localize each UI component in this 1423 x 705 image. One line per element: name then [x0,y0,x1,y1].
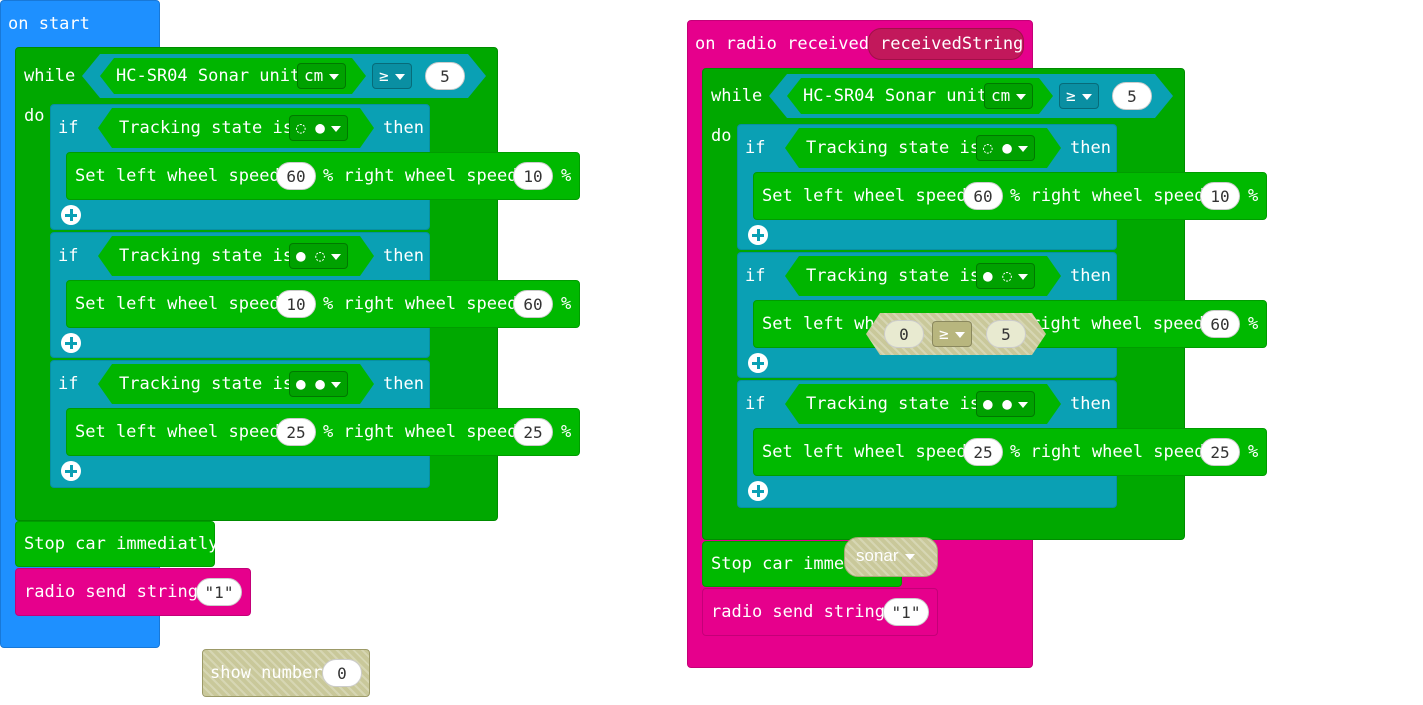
right-label: % right wheel speed [323,422,518,442]
threshold-input[interactable]: 5 [1112,82,1152,110]
chevron-down-icon [330,381,341,388]
right-label: right wheel speed [1030,314,1204,334]
floating-sonar-label: sonar [856,546,915,566]
right-label: % right wheel speed [1010,186,1205,206]
floating-compare-right-input[interactable]: 5 [986,320,1026,348]
right-label: % right wheel speed [323,166,518,186]
if-label: if [58,374,79,394]
tracking-dropdown[interactable]: ◌ ● [976,135,1035,161]
operator-dropdown[interactable]: ≥ [372,63,412,89]
stop-car-label: Stop car immediatly [24,534,219,554]
show-number-label: show number [210,663,323,683]
chevron-down-icon [330,253,341,260]
left-speed-input[interactable]: 10 [276,290,316,318]
then-label: then [1070,394,1111,414]
do-label: do [711,126,732,146]
do-label: do [24,106,45,126]
floating-compare-left-input[interactable]: 0 [884,320,924,348]
unit-dropdown[interactable]: cm [984,83,1034,109]
right-speed-input[interactable]: 60 [1200,310,1240,338]
chevron-down-icon [954,331,965,338]
right-speed-input[interactable]: 25 [1200,438,1240,466]
floating-operator-dropdown[interactable]: ≥ [932,321,972,347]
chevron-down-icon [904,553,915,560]
while-label: while [24,66,76,86]
tracking-label: Tracking state is [119,374,293,394]
right-speed-input[interactable]: 10 [513,162,553,190]
set-left-label: Set left wheel speed [75,294,280,314]
set-left-label: Set left whe [762,314,885,334]
left-speed-input[interactable]: 25 [276,418,316,446]
set-left-label: Set left wheel speed [75,422,280,442]
tracking-label: Tracking state is [119,118,293,138]
chevron-down-icon [1016,93,1027,100]
chevron-down-icon [394,73,405,80]
threshold-input[interactable]: 5 [425,62,465,90]
percent-label: % [561,166,572,186]
percent-label: % [1248,442,1259,462]
add-else-icon[interactable] [748,353,768,373]
received-string-label: receivedString [880,34,1024,54]
percent-label: % [561,294,572,314]
then-label: then [1070,138,1111,158]
then-label: then [383,118,424,138]
then-label: then [383,246,424,266]
add-else-icon[interactable] [748,225,768,245]
tracking-label: Tracking state is [806,394,980,414]
if-label: if [745,266,766,286]
add-else-icon[interactable] [61,205,81,225]
set-left-label: Set left wheel speed [762,186,967,206]
if-label: if [745,394,766,414]
right-speed-input[interactable]: 60 [513,290,553,318]
right-label: % right wheel speed [323,294,518,314]
if-label: if [745,138,766,158]
right-label: % right wheel speed [1010,442,1205,462]
chevron-down-icon [330,125,341,132]
chevron-down-icon [1017,401,1028,408]
left-speed-input[interactable]: 60 [276,162,316,190]
percent-label: % [561,422,572,442]
operator-dropdown[interactable]: ≥ [1059,83,1099,109]
if-label: if [58,246,79,266]
percent-label: % [1248,314,1259,334]
tracking-label: Tracking state is [806,266,980,286]
then-label: then [383,374,424,394]
chevron-down-icon [1017,273,1028,280]
add-else-icon[interactable] [61,461,81,481]
percent-label: % [1248,186,1259,206]
set-left-label: Set left wheel speed [75,166,280,186]
if-label: if [58,118,79,138]
chevron-down-icon [1081,93,1092,100]
radio-send-label: radio send string [24,582,198,602]
while-label: while [711,86,763,106]
radio-string-input[interactable]: "1" [196,578,242,606]
tracking-label: Tracking state is [806,138,980,158]
then-label: then [1070,266,1111,286]
left-speed-input[interactable]: 25 [963,438,1003,466]
on-radio-label: on radio received [695,34,869,54]
tracking-dropdown[interactable]: ● ◌ [289,243,348,269]
tracking-dropdown[interactable]: ● ● [289,371,348,397]
set-left-label: Set left wheel speed [762,442,967,462]
show-number-input[interactable]: 0 [322,659,362,687]
unit-dropdown[interactable]: cm [297,63,347,89]
tracking-dropdown[interactable]: ● ● [976,391,1035,417]
radio-send-label: radio send string [711,602,885,622]
chevron-down-icon [1017,145,1028,152]
right-speed-input[interactable]: 10 [1200,182,1240,210]
add-else-icon[interactable] [61,333,81,353]
chevron-down-icon [329,73,340,80]
tracking-label: Tracking state is [119,246,293,266]
add-else-icon[interactable] [748,481,768,501]
sonar-label: HC-SR04 Sonar unit [803,86,988,106]
sonar-label: HC-SR04 Sonar unit [116,66,301,86]
tracking-dropdown[interactable]: ◌ ● [289,115,348,141]
right-speed-input[interactable]: 25 [513,418,553,446]
tracking-dropdown[interactable]: ● ◌ [976,263,1035,289]
radio-string-input[interactable]: "1" [883,598,929,626]
left-speed-input[interactable]: 60 [963,182,1003,210]
on-start-label: on start [8,14,90,34]
